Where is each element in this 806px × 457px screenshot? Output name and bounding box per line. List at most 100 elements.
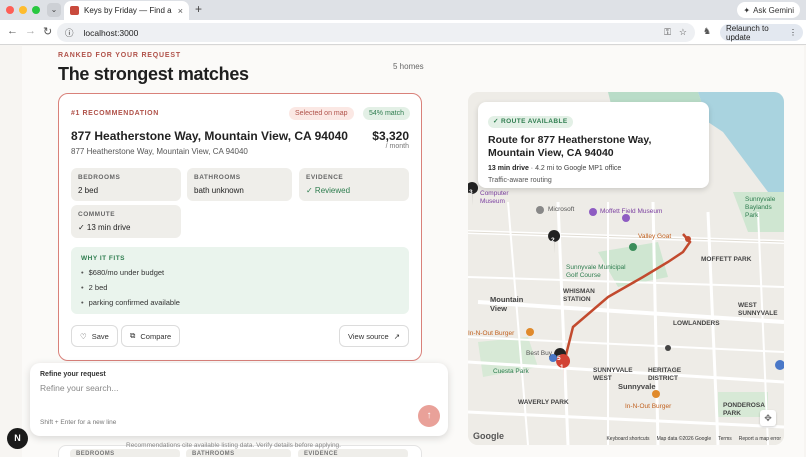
compare-label: Compare bbox=[140, 331, 172, 341]
map-label-sunnyvale-baylands: Sunnyvale Baylands Park bbox=[745, 196, 776, 219]
map-pin-5[interactable]: 5 bbox=[557, 355, 561, 362]
keyboard-shortcuts-link[interactable]: Keyboard shortcuts bbox=[606, 436, 649, 442]
map-label-best-buy: Best Buy bbox=[526, 350, 553, 357]
bookmark-star-icon[interactable]: ☆ bbox=[679, 27, 687, 38]
reload-icon[interactable]: ↻ bbox=[43, 25, 52, 38]
google-logo: Google bbox=[473, 431, 504, 441]
route-detail: · 4.2 mi to Google MP1 office bbox=[528, 165, 622, 172]
next-bathrooms-stat: BATHROOMS bbox=[186, 449, 291, 457]
site-info-icon[interactable]: ⓘ bbox=[65, 27, 74, 39]
relaunch-label: Relaunch to update bbox=[726, 23, 769, 42]
refine-hint: Shift + Enter for a new line bbox=[40, 419, 117, 426]
tab-close-icon[interactable]: × bbox=[178, 6, 183, 16]
listing-sub-address: 877 Heatherstone Way, Mountain View, CA … bbox=[71, 147, 248, 156]
route-note: Traffic-aware routing bbox=[488, 177, 552, 184]
page-content: RANKED FOR YOUR REQUEST The strongest ma… bbox=[22, 46, 804, 457]
address-bar[interactable]: ⓘ localhost:3000 ⚿ ☆ bbox=[57, 23, 695, 42]
maximize-window-button[interactable] bbox=[32, 6, 40, 14]
tab-search-chevron-icon[interactable]: ⌄ bbox=[47, 3, 61, 17]
next-bedrooms-stat: BEDROOMS bbox=[70, 449, 180, 457]
route-info-card: ✓ ROUTE AVAILABLE Route for 877 Heathers… bbox=[478, 102, 709, 188]
report-error-link[interactable]: Report a map error bbox=[739, 436, 781, 442]
map-label-ponderosa: PONDEROSA PARK bbox=[723, 402, 765, 417]
map-label-heritage: HERITAGE DISTRICT bbox=[648, 367, 682, 382]
next-evidence-stat: EVIDENCE bbox=[298, 449, 408, 457]
map-label-microsoft: Microsoft bbox=[548, 206, 575, 213]
browser-tab-bar: ⌄ Keys by Friday — Find a home × + ✦ Ask… bbox=[0, 0, 806, 20]
recommendation-card[interactable]: #1 RECOMMENDATION Selected on map 54% ma… bbox=[58, 93, 422, 361]
close-window-button[interactable] bbox=[6, 6, 14, 14]
evidence-stat: EVIDENCE ✓ Reviewed bbox=[299, 168, 409, 201]
map-label-waverly: WAVERLY PARK bbox=[518, 399, 569, 406]
map-label-cuesta-park: Cuesta Park bbox=[493, 368, 529, 375]
minimize-window-button[interactable] bbox=[19, 6, 27, 14]
compare-button[interactable]: ⧉ Compare bbox=[121, 325, 181, 347]
stat-label: EVIDENCE bbox=[306, 174, 344, 181]
list-item: • $680/mo under budget bbox=[81, 268, 165, 277]
page-title: The strongest matches bbox=[58, 64, 249, 84]
route-available-badge: ✓ ROUTE AVAILABLE bbox=[488, 116, 573, 128]
heart-icon: ♡ bbox=[80, 331, 87, 341]
stat-label: BEDROOMS bbox=[78, 174, 121, 181]
selected-on-map-badge: Selected on map bbox=[289, 107, 354, 120]
extension-icon[interactable]: ♞ bbox=[703, 26, 711, 37]
save-button[interactable]: ♡ Save bbox=[71, 325, 118, 347]
browser-tab[interactable]: Keys by Friday — Find a home × bbox=[64, 1, 189, 20]
stat-value: 2 bed bbox=[78, 186, 99, 195]
ask-gemini-button[interactable]: ✦ Ask Gemini bbox=[737, 2, 800, 18]
send-button[interactable]: ↑ bbox=[418, 405, 440, 427]
forward-arrow-icon[interactable]: → bbox=[25, 25, 36, 37]
list-item: • parking confirmed available bbox=[81, 298, 180, 307]
map-label-valley-goat: Valley Goat bbox=[638, 233, 672, 240]
back-arrow-icon[interactable]: ← bbox=[7, 25, 18, 37]
match-score-badge: 54% match bbox=[363, 107, 411, 120]
why-it-fits-panel: WHY IT FITS • $680/mo under budget • 2 bed… bbox=[71, 247, 409, 314]
stat-value: ✓ 13 min drive bbox=[78, 223, 131, 232]
tab-title: Keys by Friday — Find a home bbox=[84, 6, 173, 15]
map-label-computer: Computer bbox=[480, 190, 509, 197]
price-period: / month bbox=[385, 143, 409, 150]
refine-search-input[interactable] bbox=[40, 383, 340, 393]
route-meta: 13 min drive · 4.2 mi to Google MP1 offi… bbox=[488, 165, 699, 172]
save-label: Save bbox=[91, 331, 109, 341]
view-source-label: View source bbox=[348, 331, 389, 341]
disclaimer: Recommendations cite available listing d… bbox=[126, 442, 341, 449]
map-data-text: Map data ©2026 Google bbox=[656, 436, 712, 442]
ask-gemini-label: Ask Gemini bbox=[753, 5, 794, 15]
sparkle-icon: ✦ bbox=[743, 5, 751, 15]
map-camera-control-icon[interactable]: ✥ bbox=[760, 410, 776, 426]
nextjs-dev-badge[interactable]: N bbox=[7, 428, 28, 449]
map-label-in-n-out-2: In-N-Out Burger bbox=[625, 403, 672, 410]
new-tab-button[interactable]: + bbox=[195, 2, 202, 16]
relaunch-button[interactable]: Relaunch to update ⋮ bbox=[720, 23, 803, 42]
map-attribution: Keyboard shortcuts Map data ©2026 Google… bbox=[606, 436, 781, 442]
map-label-west-sunnyvale: WEST SUNNYVALE bbox=[738, 302, 778, 317]
list-item: • 2 bed bbox=[81, 283, 108, 292]
map-label-sunnyvale-golf: Sunnyvale Municipal Golf Course bbox=[566, 264, 626, 279]
stat-label: COMMUTE bbox=[78, 211, 116, 218]
external-link-icon: ↗ bbox=[393, 331, 401, 341]
route-time: 13 min drive bbox=[488, 165, 529, 172]
map-pin-2[interactable]: 2 bbox=[551, 237, 555, 244]
section-eyebrow: RANKED FOR YOUR REQUEST bbox=[58, 52, 181, 59]
bedrooms-stat: BEDROOMS 2 bed bbox=[71, 168, 181, 201]
stat-label: BATHROOMS bbox=[194, 174, 241, 181]
map-label-whisman: WHISMAN STATION bbox=[563, 288, 595, 303]
refine-label: Refine your request bbox=[40, 371, 106, 378]
map-label-lowlanders: LOWLANDERS bbox=[673, 320, 720, 327]
map-pin-3[interactable]: 3 bbox=[469, 189, 473, 196]
map-panel[interactable]: 3 2 5 1 Computer Museum Microsoft Moffet… bbox=[468, 92, 784, 445]
terms-link[interactable]: Terms bbox=[718, 436, 732, 442]
more-menu-icon[interactable]: ⋮ bbox=[789, 28, 797, 37]
map-pin-1[interactable]: 1 bbox=[560, 364, 564, 371]
view-source-button[interactable]: View source ↗ bbox=[339, 325, 410, 347]
stat-value: bath unknown bbox=[194, 186, 244, 195]
url-text: localhost:3000 bbox=[83, 27, 139, 38]
commute-stat: COMMUTE ✓ 13 min drive bbox=[71, 205, 181, 238]
map-label-mountain-view: Mountain View bbox=[490, 295, 524, 313]
refine-panel: Refine your request Shift + Enter for a … bbox=[30, 363, 448, 436]
map-label-sunnyvale-west: SUNNYVALE WEST bbox=[593, 367, 633, 382]
stat-value: ✓ Reviewed bbox=[306, 186, 351, 195]
key-icon[interactable]: ⚿ bbox=[664, 27, 671, 38]
listing-address: 877 Heatherstone Way, Mountain View, CA … bbox=[71, 129, 348, 143]
